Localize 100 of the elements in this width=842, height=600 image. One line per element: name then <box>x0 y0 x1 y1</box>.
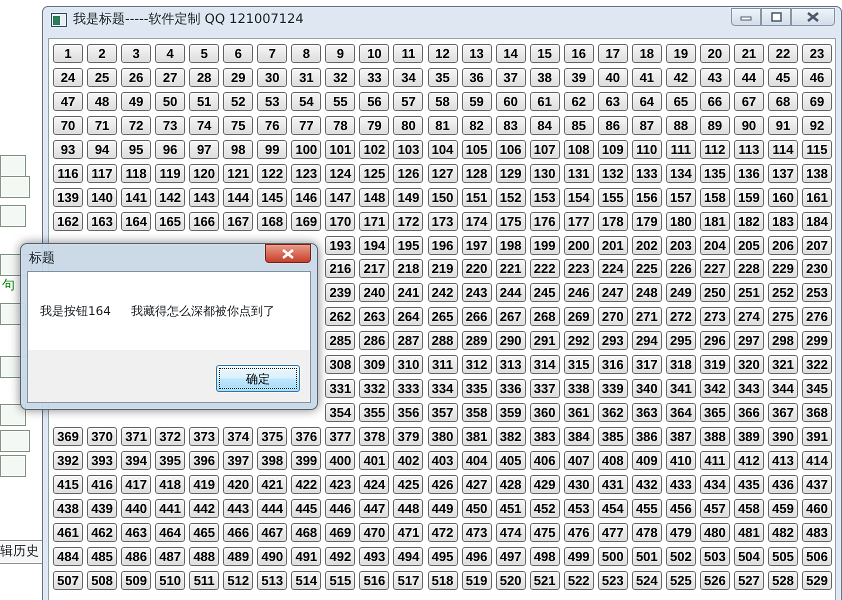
number-button[interactable]: 479 <box>666 522 696 542</box>
number-button[interactable]: 207 <box>802 236 832 254</box>
number-button[interactable]: 230 <box>802 259 832 278</box>
number-button[interactable]: 203 <box>666 236 696 254</box>
number-button[interactable]: 178 <box>598 212 628 231</box>
number-button[interactable]: 73 <box>155 116 186 135</box>
number-button[interactable]: 491 <box>291 546 322 566</box>
number-button[interactable]: 42 <box>666 68 696 87</box>
number-button[interactable]: 494 <box>393 546 424 566</box>
number-button[interactable]: 296 <box>700 331 730 350</box>
number-button[interactable]: 516 <box>359 570 390 590</box>
number-button[interactable]: 108 <box>564 140 594 159</box>
number-button[interactable]: 126 <box>393 164 424 183</box>
number-button[interactable]: 477 <box>598 522 628 542</box>
number-button[interactable]: 61 <box>530 92 560 111</box>
number-button[interactable]: 495 <box>428 546 458 566</box>
number-button[interactable]: 62 <box>564 92 594 111</box>
number-button[interactable]: 253 <box>802 283 832 302</box>
number-button[interactable]: 524 <box>632 570 662 590</box>
number-button[interactable]: 240 <box>359 283 390 302</box>
number-button[interactable]: 26 <box>121 68 152 87</box>
number-button[interactable]: 424 <box>359 474 390 494</box>
number-button[interactable]: 435 <box>734 474 764 494</box>
number-button[interactable]: 252 <box>768 283 798 302</box>
number-button[interactable]: 107 <box>530 140 560 159</box>
number-button[interactable]: 242 <box>428 283 458 302</box>
number-button[interactable]: 526 <box>700 570 730 590</box>
number-button[interactable]: 141 <box>121 188 152 207</box>
number-button[interactable]: 289 <box>462 331 492 350</box>
number-button[interactable]: 123 <box>291 164 322 183</box>
number-button[interactable]: 320 <box>734 355 764 374</box>
number-button[interactable]: 519 <box>462 570 492 590</box>
number-button[interactable]: 450 <box>462 498 492 518</box>
number-button[interactable]: 140 <box>87 188 118 207</box>
number-button[interactable]: 290 <box>496 331 526 350</box>
number-button[interactable]: 197 <box>462 236 492 254</box>
number-button[interactable]: 183 <box>768 212 798 231</box>
number-button[interactable]: 165 <box>155 212 186 231</box>
number-button[interactable]: 137 <box>768 164 798 183</box>
number-button[interactable]: 4 <box>155 44 186 63</box>
number-button[interactable]: 245 <box>530 283 560 302</box>
number-button[interactable]: 412 <box>734 450 764 470</box>
number-button[interactable]: 103 <box>393 140 424 159</box>
number-button[interactable]: 297 <box>734 331 764 350</box>
number-button[interactable]: 225 <box>632 259 662 278</box>
number-button[interactable]: 298 <box>768 331 798 350</box>
number-button[interactable]: 179 <box>632 212 662 231</box>
number-button[interactable]: 157 <box>666 188 696 207</box>
number-button[interactable]: 251 <box>734 283 764 302</box>
number-button[interactable]: 96 <box>155 140 186 159</box>
number-button[interactable]: 217 <box>359 259 390 278</box>
number-button[interactable]: 476 <box>564 522 594 542</box>
number-button[interactable]: 57 <box>393 92 424 111</box>
number-button[interactable]: 248 <box>632 283 662 302</box>
number-button[interactable]: 243 <box>462 283 492 302</box>
number-button[interactable]: 362 <box>598 403 628 422</box>
number-button[interactable]: 67 <box>734 92 764 111</box>
number-button[interactable]: 21 <box>734 44 764 63</box>
number-button[interactable]: 48 <box>87 92 118 111</box>
number-button[interactable]: 451 <box>496 498 526 518</box>
number-button[interactable]: 104 <box>428 140 458 159</box>
number-button[interactable]: 432 <box>632 474 662 494</box>
number-button[interactable]: 363 <box>632 403 662 422</box>
number-button[interactable]: 270 <box>598 307 628 326</box>
number-button[interactable]: 247 <box>598 283 628 302</box>
ok-button[interactable]: 确定 <box>216 365 300 392</box>
number-button[interactable]: 119 <box>155 164 186 183</box>
number-button[interactable]: 504 <box>734 546 764 566</box>
number-button[interactable]: 75 <box>223 116 254 135</box>
number-button[interactable]: 399 <box>291 450 322 470</box>
number-button[interactable]: 502 <box>666 546 696 566</box>
number-button[interactable]: 338 <box>564 379 594 398</box>
number-button[interactable]: 95 <box>121 140 152 159</box>
number-button[interactable]: 356 <box>393 403 424 422</box>
number-button[interactable]: 505 <box>768 546 798 566</box>
number-button[interactable]: 428 <box>496 474 526 494</box>
number-button[interactable]: 85 <box>564 116 594 135</box>
number-button[interactable]: 10 <box>359 44 390 63</box>
number-button[interactable]: 269 <box>564 307 594 326</box>
number-button[interactable]: 32 <box>325 68 356 87</box>
number-button[interactable]: 464 <box>155 522 186 542</box>
number-button[interactable]: 120 <box>189 164 220 183</box>
number-button[interactable]: 500 <box>598 546 628 566</box>
number-button[interactable]: 59 <box>462 92 492 111</box>
number-button[interactable]: 74 <box>189 116 220 135</box>
number-button[interactable]: 517 <box>393 570 424 590</box>
number-button[interactable]: 5 <box>189 44 220 63</box>
number-button[interactable]: 360 <box>530 403 560 422</box>
number-button[interactable]: 144 <box>223 188 254 207</box>
number-button[interactable]: 294 <box>632 331 662 350</box>
number-button[interactable]: 484 <box>53 546 83 566</box>
number-button[interactable]: 239 <box>325 283 356 302</box>
number-button[interactable]: 220 <box>462 259 492 278</box>
number-button[interactable]: 223 <box>564 259 594 278</box>
number-button[interactable]: 263 <box>359 307 390 326</box>
number-button[interactable]: 308 <box>325 355 356 374</box>
number-button[interactable]: 508 <box>87 570 118 590</box>
number-button[interactable]: 376 <box>291 427 322 446</box>
number-button[interactable]: 124 <box>325 164 356 183</box>
number-button[interactable]: 273 <box>700 307 730 326</box>
